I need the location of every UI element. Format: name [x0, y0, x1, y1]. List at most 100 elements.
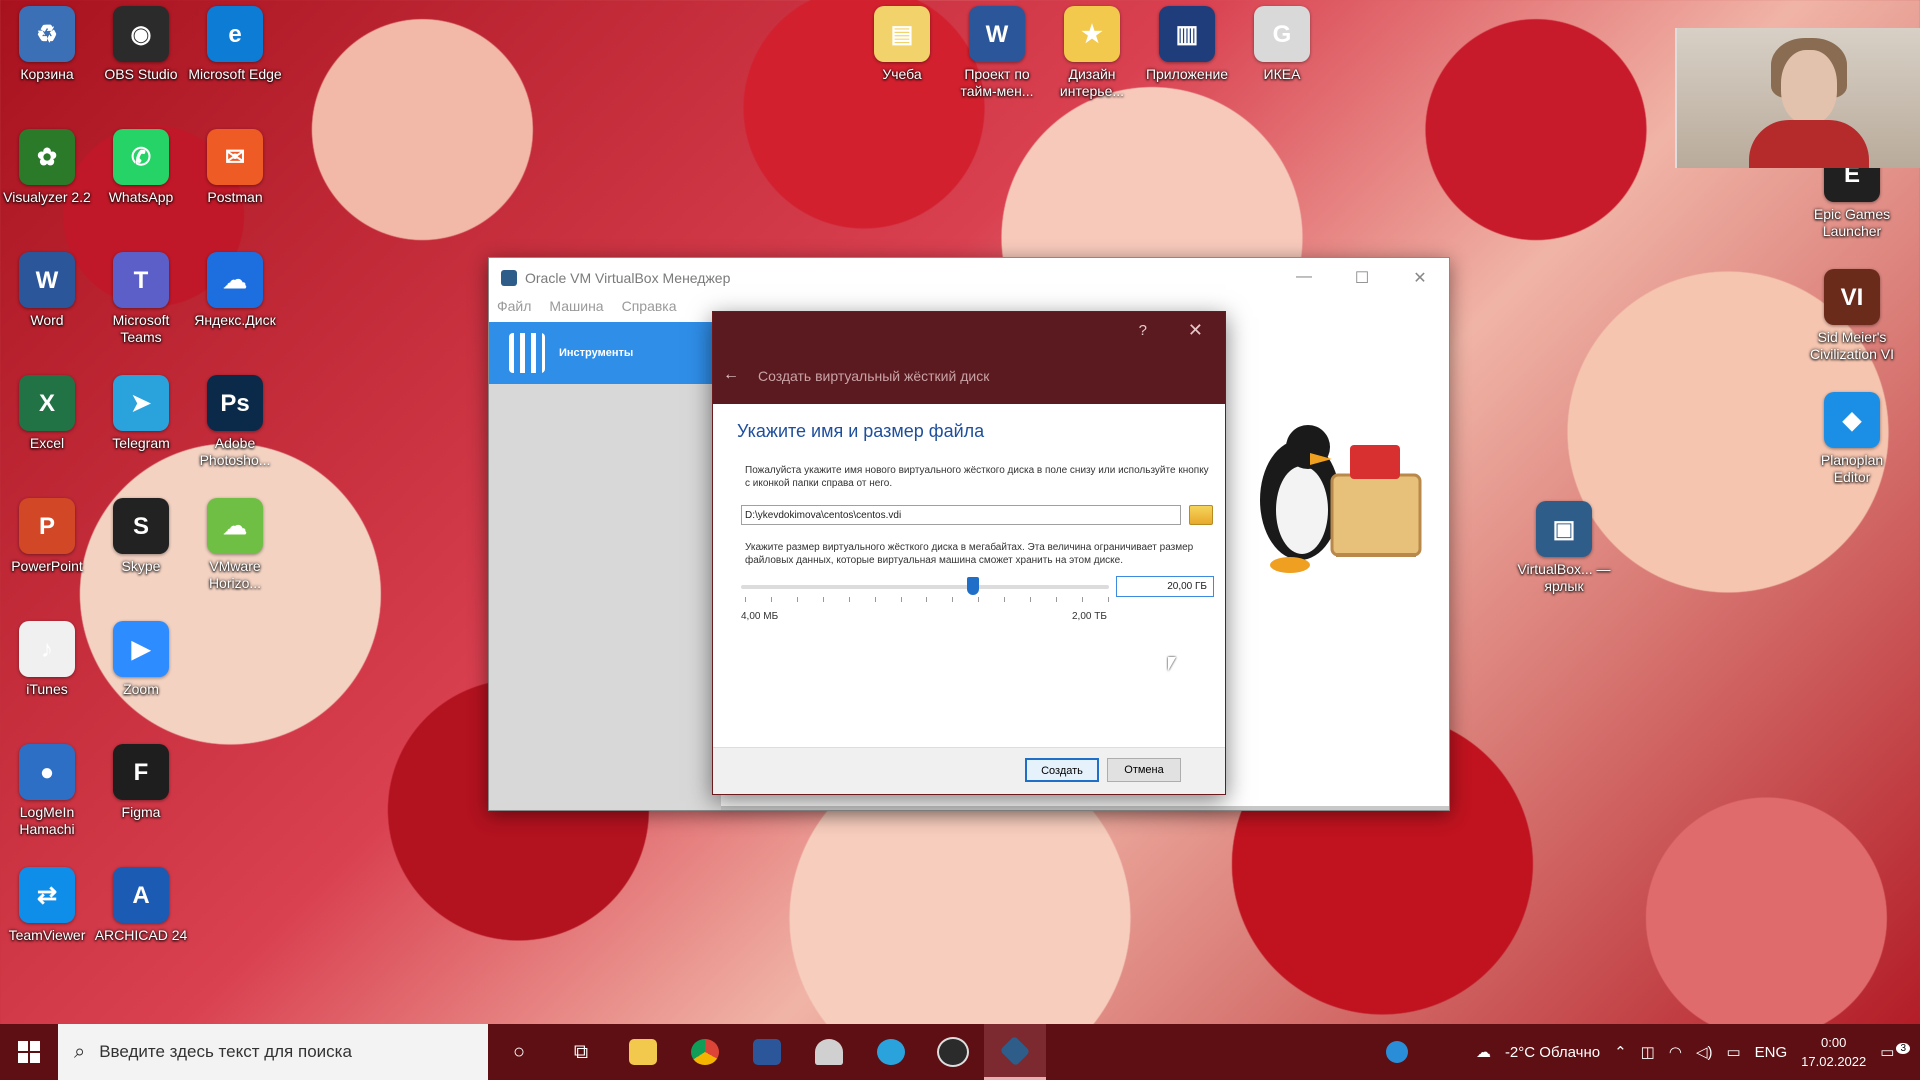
file-path-input[interactable]: D:\ykevdokimova\centos\centos.vdi — [741, 505, 1181, 525]
desktop-shortcut-label: Epic Games Launcher — [1813, 206, 1891, 239]
photoshop-icon: Ps — [207, 375, 263, 431]
desktop-shortcut[interactable]: ♪ iTunes — [0, 615, 94, 698]
start-button[interactable] — [0, 1041, 58, 1063]
desktop-shortcut[interactable]: ▣ VirtualBox... — ярлык — [1517, 495, 1611, 595]
desktop-shortcut-label: Telegram — [112, 435, 170, 451]
app-taskbar-icon[interactable] — [798, 1024, 860, 1080]
clock[interactable]: 0:00 17.02.2022 — [1801, 1033, 1866, 1071]
person-shirt — [1749, 120, 1869, 168]
slider-tick — [900, 597, 902, 602]
wifi-icon[interactable]: ◠ — [1669, 1043, 1682, 1061]
language-indicator[interactable]: ENG — [1755, 1044, 1788, 1061]
civ6-icon: VI — [1824, 269, 1880, 325]
obs-taskbar-icon[interactable] — [922, 1024, 984, 1080]
postman-icon: ✉ — [207, 129, 263, 185]
desktop-shortcut[interactable]: ▥ Приложение — [1140, 0, 1234, 83]
desktop-shortcut-label: ARCHICAD 24 — [94, 927, 188, 943]
system-tray: ☁ -2°C Облачно ⌃ ◫ ◠ ◁) ▭ ENG 0:00 17.02… — [1385, 1033, 1920, 1071]
desktop-shortcut[interactable]: A ARCHICAD 24 — [94, 861, 188, 944]
window-title: Oracle VM VirtualBox Менеджер — [525, 270, 731, 286]
hamachi-icon: ● — [19, 744, 75, 800]
taskbar-search[interactable]: ⌕ Введите здесь текст для поиска — [58, 1024, 488, 1080]
slider-tick — [770, 597, 772, 602]
desktop-shortcut[interactable]: T Microsoft Teams — [94, 246, 188, 346]
desktop-shortcut[interactable]: W Проект по тайм-мен... — [950, 0, 1044, 100]
main-pane-scrollbar[interactable] — [721, 806, 1449, 810]
help-button[interactable]: ? — [1139, 322, 1147, 339]
slider-tick — [1030, 597, 1032, 602]
notification-icon[interactable]: ▭ 3 — [1880, 1043, 1910, 1061]
sidebar-item-tools[interactable]: Инструменты — [489, 322, 721, 384]
desktop-shortcut-label: Sid Meier's Civilization VI — [1809, 329, 1895, 362]
folder-browse-icon[interactable] — [1189, 505, 1213, 525]
desktop-shortcut[interactable]: ☁ Яндекс.Диск — [188, 246, 282, 329]
search-icon: ⌕ — [74, 1040, 86, 1063]
desktop-shortcut[interactable]: VI Sid Meier's Civilization VI — [1805, 263, 1899, 363]
disk-size-slider[interactable] — [741, 577, 1109, 595]
weather-text[interactable]: -2°C Облачно — [1505, 1044, 1600, 1061]
vm-sidebar: Инструменты — [489, 322, 721, 810]
desktop-shortcut[interactable]: ☁ VMware Horizo... — [188, 492, 282, 592]
task-view-icon[interactable]: ⧉ — [550, 1024, 612, 1080]
menu-machine[interactable]: Машина — [549, 298, 603, 320]
desktop-shortcut[interactable]: e Microsoft Edge — [188, 0, 282, 83]
network-icon[interactable]: ◫ — [1641, 1043, 1655, 1061]
windows-logo-icon — [18, 1041, 40, 1063]
desktop-shortcut-label: Zoom — [123, 681, 159, 697]
desktop-shortcut[interactable]: ▤ Учеба — [855, 0, 949, 83]
slider-tick — [822, 597, 824, 602]
explorer-taskbar-icon[interactable] — [612, 1024, 674, 1080]
desktop-shortcut[interactable]: ✿ Visualyzer 2.2 — [0, 123, 94, 206]
obs-icon: ◉ — [113, 6, 169, 62]
close-button[interactable]: ✕ — [1391, 268, 1449, 288]
desktop-shortcut[interactable]: ⇄ TeamViewer — [0, 861, 94, 944]
telegram-taskbar-icon[interactable] — [860, 1024, 922, 1080]
window-titlebar[interactable]: Oracle VM VirtualBox Менеджер — ☐ ✕ — [489, 258, 1449, 298]
menu-help[interactable]: Справка — [622, 298, 677, 320]
back-arrow-icon[interactable]: ← — [723, 366, 739, 384]
excel-icon: X — [19, 375, 75, 431]
visualyzer-icon: ✿ — [19, 129, 75, 185]
desktop-shortcut[interactable]: P PowerPoint — [0, 492, 94, 575]
help-tray-icon[interactable] — [1385, 1041, 1408, 1063]
desktop-shortcut[interactable]: Ps Adobe Photosho... — [188, 369, 282, 469]
teams-icon: T — [113, 252, 169, 308]
ikea-file-icon: G — [1254, 6, 1310, 62]
desktop-shortcut[interactable]: ✉ Postman — [188, 123, 282, 206]
cortana-icon[interactable]: ○ — [488, 1024, 550, 1080]
word-taskbar-icon[interactable] — [736, 1024, 798, 1080]
desktop-shortcut[interactable]: ▶ Zoom — [94, 615, 188, 698]
desktop-shortcut-label: VMware Horizo... — [208, 558, 262, 591]
figma-icon: F — [113, 744, 169, 800]
virtualbox-taskbar-icon[interactable] — [984, 1024, 1046, 1080]
desktop-shortcut[interactable]: ◉ OBS Studio — [94, 0, 188, 83]
desktop-shortcut[interactable]: ✆ WhatsApp — [94, 123, 188, 206]
chevron-up-icon[interactable]: ⌃ — [1614, 1043, 1627, 1061]
create-button[interactable]: Создать — [1025, 758, 1099, 782]
slider-tick — [1004, 597, 1006, 602]
desktop-shortcut-label: Microsoft Teams — [112, 312, 170, 345]
maximize-button[interactable]: ☐ — [1333, 268, 1391, 288]
cancel-button[interactable]: Отмена — [1107, 758, 1181, 782]
desktop-shortcut-label: OBS Studio — [104, 66, 178, 82]
desktop-shortcut[interactable]: F Figma — [94, 738, 188, 821]
dialog-close-button[interactable]: ✕ — [1188, 320, 1203, 341]
disk-size-input[interactable]: 20,00 ГБ — [1116, 576, 1214, 597]
battery-icon[interactable]: ▭ — [1726, 1043, 1740, 1061]
weather-icon[interactable]: ☁ — [1476, 1043, 1491, 1061]
desktop-shortcut[interactable]: ★ Дизайн интерье... — [1045, 0, 1139, 100]
desktop-shortcut[interactable]: ● LogMeIn Hamachi — [0, 738, 94, 838]
desktop-shortcut[interactable]: ♻ Корзина — [0, 0, 94, 83]
folder-icon: ▤ — [874, 6, 930, 62]
minimize-button[interactable]: — — [1275, 268, 1333, 288]
desktop-shortcut[interactable]: G ИКЕА — [1235, 0, 1329, 83]
desktop-shortcut[interactable]: W Word — [0, 246, 94, 329]
desktop-shortcut[interactable]: X Excel — [0, 369, 94, 452]
desktop-shortcut[interactable]: ➤ Telegram — [94, 369, 188, 452]
menu-file[interactable]: Файл — [497, 298, 531, 320]
desktop-shortcut[interactable]: S Skype — [94, 492, 188, 575]
chrome-taskbar-icon[interactable] — [674, 1024, 736, 1080]
volume-icon[interactable]: ◁) — [1696, 1043, 1713, 1061]
desktop-shortcut[interactable]: ◆ Planoplan Editor — [1805, 386, 1899, 486]
slider-thumb[interactable] — [966, 577, 979, 595]
